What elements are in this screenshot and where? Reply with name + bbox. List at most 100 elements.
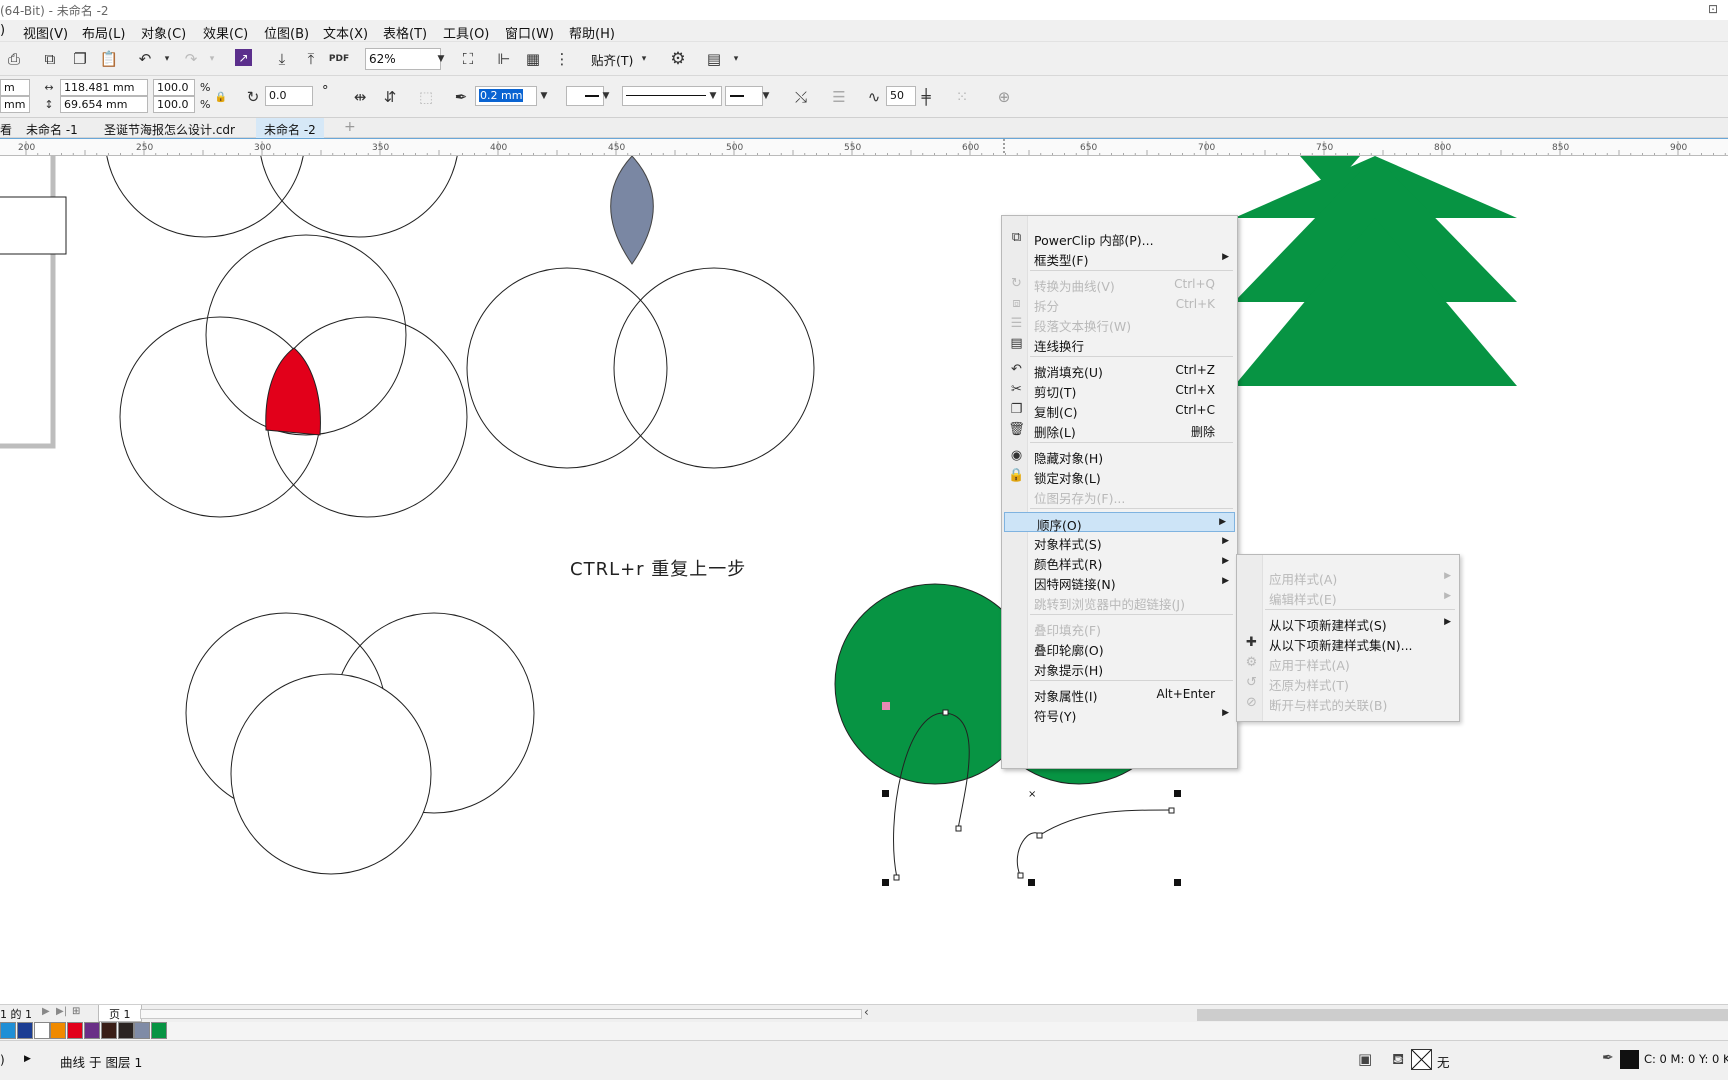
selected-curve-right[interactable] <box>1016 809 1173 876</box>
pos-x-field[interactable]: m <box>0 79 30 96</box>
context-menu-item[interactable]: ▤ 连线换行 <box>1002 334 1237 354</box>
import-icon[interactable]: ⤓ <box>272 49 292 69</box>
tab-untitled-1[interactable]: 未命名 -1 <box>18 118 86 138</box>
context-menu-item[interactable]: 对象属性(I) Alt+Enter <box>1002 684 1237 704</box>
rectangle-shape[interactable] <box>0 196 67 255</box>
horizontal-scrollbar-thumb[interactable] <box>1197 1009 1728 1021</box>
palette-swatch[interactable] <box>134 1022 151 1039</box>
add-page-icon[interactable]: ⊞ <box>72 1006 80 1017</box>
show-rulers-icon[interactable]: ⊩ <box>494 49 514 69</box>
start-arrow-dropdown-icon[interactable]: ▼ <box>598 85 614 107</box>
add-tool-icon[interactable]: ⊕ <box>994 87 1014 107</box>
zoom-dropdown-icon[interactable]: ▼ <box>433 48 449 70</box>
context-menu-item[interactable]: ❐ 复制(C) Ctrl+C <box>1002 400 1237 420</box>
status-expand-icon[interactable]: ▶ <box>24 1054 31 1064</box>
red-intersection-shape[interactable] <box>265 347 321 436</box>
submenu-item[interactable]: 编辑样式(E) ▶ <box>1237 587 1459 607</box>
palette-swatch[interactable] <box>33 1022 50 1039</box>
menu-bitmaps[interactable]: 位图(B) <box>264 23 309 42</box>
scale-y-field[interactable]: 100.0 <box>153 96 195 113</box>
rotation-field[interactable]: 0.0 <box>265 86 313 106</box>
submenu-item[interactable]: ⊘ 断开与样式的关联(B) <box>1237 693 1459 713</box>
fill-none-swatch[interactable] <box>1411 1049 1432 1070</box>
show-grid-icon[interactable]: ▦ <box>523 49 543 69</box>
palette-swatch[interactable] <box>151 1022 168 1039</box>
curve-node-6[interactable] <box>1017 872 1024 879</box>
palette-swatch[interactable] <box>50 1022 67 1039</box>
context-menu-item[interactable]: ✂ 剪切(T) Ctrl+X <box>1002 380 1237 400</box>
circle-bottom-front[interactable] <box>230 673 432 875</box>
curve-node-5[interactable] <box>1168 807 1175 814</box>
tab-untitled-2[interactable]: 未命名 -2 <box>256 118 324 138</box>
export-icon[interactable]: ⤒ <box>301 49 321 69</box>
snap-dropdown-icon[interactable]: ▾ <box>634 49 654 69</box>
menu-tools[interactable]: 工具(O) <box>443 23 489 42</box>
context-menu-item[interactable]: 叠印填充(F) <box>1002 618 1237 638</box>
context-menu-item[interactable]: 对象提示(H) <box>1002 658 1237 678</box>
zoom-level-input[interactable]: 62% <box>365 48 441 70</box>
mirror-horizontal-icon[interactable]: ⇹ <box>350 87 370 107</box>
cut-tool-icon[interactable]: ⧉ <box>40 49 60 69</box>
selection-handle-bl[interactable] <box>882 879 889 886</box>
palette-swatch[interactable] <box>16 1022 33 1039</box>
options-gear-icon[interactable]: ⚙ <box>668 49 688 69</box>
selection-handle-bm[interactable] <box>1028 879 1035 886</box>
copy-tool-icon[interactable]: ❐ <box>70 49 90 69</box>
redo-icon[interactable]: ↷ <box>181 49 201 69</box>
publish-pdf-icon[interactable]: PDF <box>329 49 349 69</box>
undo-tool-icon[interactable]: ↶ <box>135 49 155 69</box>
palette-swatch[interactable] <box>84 1022 100 1039</box>
menu-view[interactable]: 视图(V) <box>23 23 68 42</box>
snap-to-button[interactable]: 贴齐(T) <box>591 50 633 69</box>
context-menu-item[interactable]: 符号(Y) ▶ <box>1002 704 1237 724</box>
context-menu-item[interactable]: ↻ 转换为曲线(V) Ctrl+Q <box>1002 274 1237 294</box>
mirror-vertical-icon[interactable]: ⇵ <box>380 87 400 107</box>
submenu-item[interactable]: 从以下项新建样式(S) ▶ <box>1237 613 1459 633</box>
new-tab-icon[interactable]: + <box>336 118 364 138</box>
context-menu-item[interactable]: ↶ 撤消填充(U) Ctrl+Z <box>1002 360 1237 380</box>
submenu-item[interactable]: ⚙ 应用于样式(A) <box>1237 653 1459 673</box>
outline-width-dropdown-icon[interactable]: ▼ <box>536 85 552 107</box>
context-menu-item[interactable]: 因特网链接(N) ▶ <box>1002 572 1237 592</box>
curve-node-2[interactable] <box>942 709 949 716</box>
submenu-item[interactable]: ↺ 还原为样式(T) <box>1237 673 1459 693</box>
circle-top-left[interactable] <box>105 156 305 238</box>
context-menu-item[interactable]: ⧈ 拆分 Ctrl+K <box>1002 294 1237 314</box>
page-tab-1[interactable]: 页 1 <box>98 1005 142 1022</box>
launcher-dropdown-icon[interactable]: ▾ <box>726 49 746 69</box>
line-style-dropdown-icon[interactable]: ▼ <box>705 85 721 107</box>
context-menu-item[interactable]: 🔒 锁定对象(L) <box>1002 466 1237 486</box>
document-color-icon[interactable]: ▣ <box>1358 1050 1372 1068</box>
context-menu-item[interactable]: 🗑 删除(L) 删除 <box>1002 420 1237 440</box>
full-screen-icon[interactable]: ⛶ <box>458 49 478 69</box>
menu-table[interactable]: 表格(T) <box>383 23 427 42</box>
width-field[interactable]: 118.481 mm <box>60 79 148 96</box>
menu-help[interactable]: 帮助(H) <box>569 23 615 42</box>
drawing-canvas[interactable]: × CTRL+r 重复上一步 <box>0 156 1728 1004</box>
curve-node-3[interactable] <box>955 825 962 832</box>
paste-icon[interactable]: 📋 <box>99 49 119 69</box>
smoothing-slider-icon[interactable]: ╪ <box>918 87 934 107</box>
outline-pen-icon[interactable]: ✒ <box>1602 1050 1614 1066</box>
context-menu-item[interactable]: 位图另存为(F)... <box>1002 486 1237 506</box>
palette-swatch[interactable] <box>0 1022 16 1039</box>
context-menu-item[interactable]: 叠印轮廓(O) <box>1002 638 1237 658</box>
curve-node-4[interactable] <box>1036 832 1043 839</box>
context-menu-item[interactable]: 框类型(F) ▶ <box>1002 248 1237 268</box>
curve-node-1[interactable] <box>893 874 900 881</box>
menu-layout[interactable]: 布局(L) <box>82 23 125 42</box>
page-scroll-track[interactable] <box>140 1009 862 1019</box>
print-icon[interactable]: ⎙ <box>4 49 24 69</box>
horizontal-ruler[interactable]: 200 250 300 350 400 450 500 550 600 650 700 750 800 8… <box>0 138 1728 156</box>
palette-swatch[interactable] <box>100 1022 117 1039</box>
selection-handle-tr[interactable] <box>1174 790 1181 797</box>
end-arrow-dropdown-icon[interactable]: ▼ <box>758 85 774 107</box>
outline-color-swatch[interactable] <box>1620 1050 1639 1069</box>
menu-object[interactable]: 对象(C) <box>141 23 186 42</box>
scroll-left-icon[interactable]: ‹ <box>864 1005 869 1019</box>
circle-top-right[interactable] <box>259 156 459 238</box>
corel-connect-icon[interactable]: ↗ <box>235 49 252 66</box>
context-menu-item[interactable]: ◉ 隐藏对象(H) <box>1002 446 1237 466</box>
page-nav-last-icon[interactable]: ▶| <box>56 1006 67 1017</box>
submenu-item[interactable]: ✚ 从以下项新建样式集(N)... <box>1237 633 1459 653</box>
